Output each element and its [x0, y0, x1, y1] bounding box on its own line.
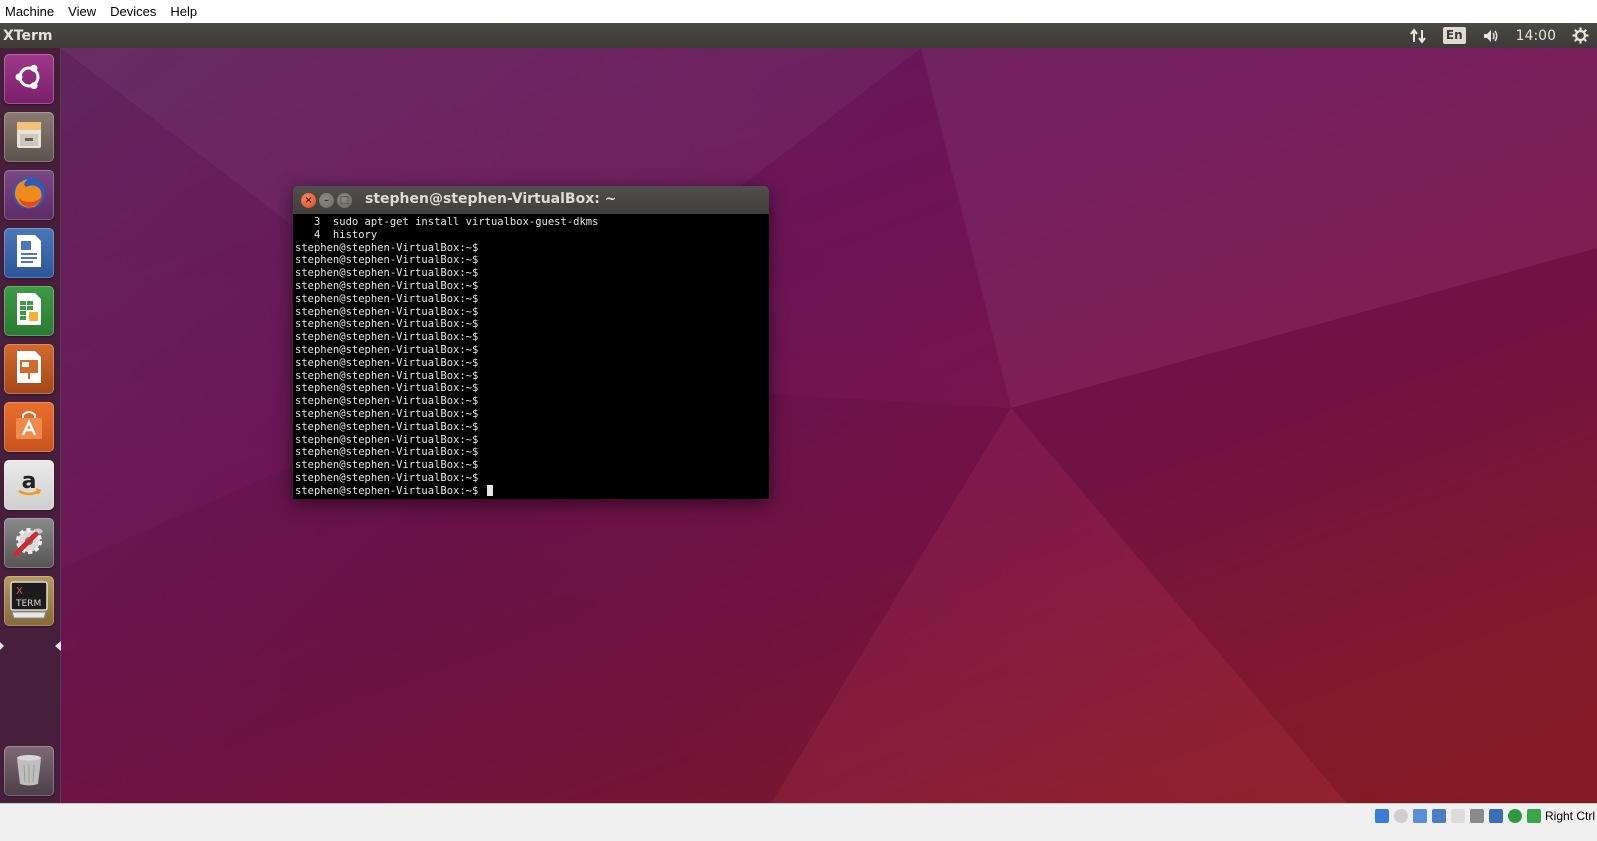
- svg-text:X: X: [16, 586, 23, 597]
- terminal-line: stephen@stephen-VirtualBox:~$: [295, 446, 479, 459]
- terminal-line: stephen@stephen-VirtualBox:~$: [295, 279, 479, 292]
- terminal-titlebar[interactable]: × – □ stephen@stephen-VirtualBox: ~: [293, 186, 769, 214]
- calc-spreadsheet-icon: [13, 291, 45, 331]
- terminal-window[interactable]: × – □ stephen@stephen-VirtualBox: ~ 3 su…: [293, 186, 769, 499]
- network-adapter-icon[interactable]: [1431, 809, 1446, 823]
- desktop-wallpaper[interactable]: [61, 48, 1597, 820]
- terminal-prompt: stephen@stephen-VirtualBox:~$: [295, 484, 485, 497]
- clock[interactable]: 14:00: [1516, 28, 1556, 44]
- terminal-line: stephen@stephen-VirtualBox:~$: [295, 420, 479, 433]
- keyboard-layout-label: En: [1442, 27, 1466, 44]
- terminal-line: stephen@stephen-VirtualBox:~$: [295, 471, 479, 484]
- menu-help[interactable]: Help: [163, 0, 204, 23]
- terminal-line: stephen@stephen-VirtualBox:~$: [295, 433, 479, 446]
- launcher-system-settings[interactable]: [4, 518, 54, 568]
- maximize-icon: □: [339, 194, 350, 206]
- launcher-ubuntu-software[interactable]: [4, 402, 54, 452]
- vbox-statusbar: Right Ctrl: [0, 803, 1597, 841]
- launcher-ubuntu-dash[interactable]: [4, 54, 54, 104]
- gear-icon[interactable]: [1572, 27, 1589, 44]
- menu-view[interactable]: View: [61, 0, 103, 23]
- launcher-libreoffice-impress[interactable]: [4, 344, 54, 394]
- vbox-menubar: Machine View Devices Help: [0, 0, 1597, 23]
- launcher-libreoffice-calc[interactable]: [4, 286, 54, 336]
- keyboard-layout-indicator[interactable]: En: [1442, 27, 1466, 44]
- volume-icon[interactable]: [1482, 28, 1500, 44]
- terminal-line: stephen@stephen-VirtualBox:~$: [295, 395, 479, 408]
- keyboard-capture-icon[interactable]: [1526, 809, 1541, 823]
- menu-machine[interactable]: Machine: [0, 0, 61, 23]
- running-indicator: [0, 642, 4, 650]
- terminal-line: stephen@stephen-VirtualBox:~$: [295, 343, 479, 356]
- launcher-files[interactable]: [4, 112, 54, 162]
- minimize-button[interactable]: –: [319, 193, 334, 208]
- optical-drive-icon[interactable]: [1393, 809, 1408, 823]
- unity-launcher: a X TERM: [0, 48, 61, 820]
- video-capture-icon[interactable]: [1488, 809, 1503, 823]
- active-app-title: XTerm: [3, 27, 53, 44]
- svg-text:TERM: TERM: [15, 599, 41, 609]
- launcher-trash[interactable]: [4, 746, 54, 796]
- launcher-xterm[interactable]: X TERM: [4, 576, 54, 626]
- network-indicator-icon[interactable]: [1409, 27, 1427, 44]
- terminal-line: stephen@stephen-VirtualBox:~$: [295, 241, 479, 254]
- shared-folders-icon[interactable]: [1450, 809, 1465, 823]
- terminal-line: stephen@stephen-VirtualBox:~$: [295, 407, 479, 420]
- terminal-line: stephen@stephen-VirtualBox:~$: [295, 292, 479, 305]
- terminal-line: stephen@stephen-VirtualBox:~$: [295, 254, 479, 267]
- impress-presentation-icon: [13, 349, 45, 389]
- maximize-button[interactable]: □: [337, 193, 352, 208]
- wrench-gear-icon: [10, 522, 48, 564]
- close-icon: ×: [304, 194, 313, 206]
- terminal-line: stephen@stephen-VirtualBox:~$: [295, 305, 479, 318]
- terminal-line: stephen@stephen-VirtualBox:~$: [295, 318, 479, 331]
- vbox-status-icons: Right Ctrl: [1370, 806, 1597, 826]
- xterm-icon: X TERM: [8, 578, 50, 624]
- terminal-output[interactable]: 3 sudo apt-get install virtualbox-guest-…: [293, 214, 769, 499]
- hard-disk-icon[interactable]: [1374, 809, 1389, 823]
- ubuntu-logo-icon: [13, 61, 45, 97]
- minimize-icon: –: [324, 194, 329, 206]
- wallpaper-facets: [61, 48, 1597, 820]
- writer-document-icon: [13, 233, 45, 273]
- launcher-amazon[interactable]: a: [4, 460, 54, 510]
- close-button[interactable]: ×: [301, 193, 316, 208]
- display-icon[interactable]: [1469, 809, 1484, 823]
- terminal-line: 4 history: [295, 228, 378, 241]
- host-key-label: Right Ctrl: [1544, 809, 1595, 823]
- shopping-bag-icon: [12, 408, 46, 446]
- terminal-line: stephen@stephen-VirtualBox:~$: [295, 331, 479, 344]
- amazon-icon: a: [12, 466, 46, 504]
- launcher-firefox[interactable]: [4, 170, 54, 220]
- terminal-line: stephen@stephen-VirtualBox:~$: [295, 267, 479, 280]
- mouse-integration-icon[interactable]: [1507, 809, 1522, 823]
- firefox-icon: [10, 174, 48, 216]
- terminal-window-title: stephen@stephen-VirtualBox: ~: [365, 191, 617, 207]
- top-panel: XTerm En 14:00: [0, 23, 1597, 48]
- terminal-prompt-line[interactable]: stephen@stephen-VirtualBox:~$: [295, 484, 767, 498]
- file-cabinet-icon: [12, 118, 46, 156]
- terminal-line: 3 sudo apt-get install virtualbox-guest-…: [295, 216, 599, 228]
- terminal-line: stephen@stephen-VirtualBox:~$: [295, 459, 479, 472]
- trash-icon: [14, 751, 44, 791]
- terminal-line: stephen@stephen-VirtualBox:~$: [295, 382, 479, 395]
- svg-text:a: a: [22, 469, 37, 494]
- active-window-arrow: [55, 641, 61, 651]
- menu-devices[interactable]: Devices: [103, 0, 163, 23]
- terminal-line: stephen@stephen-VirtualBox:~$: [295, 356, 479, 369]
- indicator-area: En 14:00: [1401, 23, 1597, 48]
- launcher-libreoffice-writer[interactable]: [4, 228, 54, 278]
- terminal-cursor: [486, 484, 493, 496]
- terminal-line: stephen@stephen-VirtualBox:~$: [295, 369, 479, 382]
- usb-icon[interactable]: [1412, 809, 1427, 823]
